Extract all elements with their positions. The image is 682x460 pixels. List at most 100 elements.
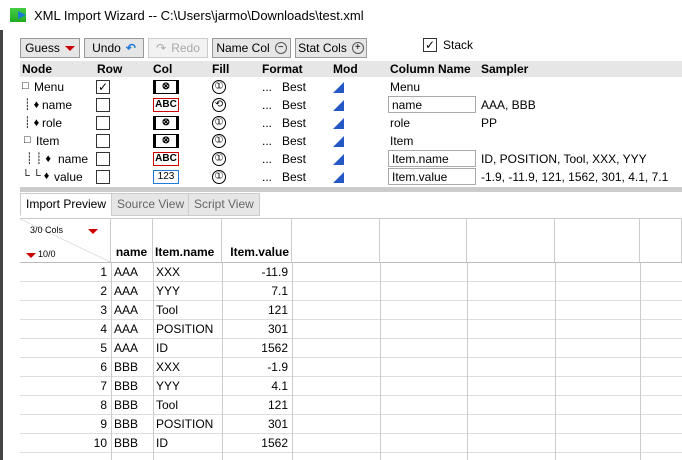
tree-row[interactable]: ┊ ┊ ♦ name ABC ① ... Best Item.name ID, … [20,150,682,168]
tab-import-preview[interactable]: Import Preview [20,193,113,216]
fill-icon[interactable]: ① [212,170,226,184]
modifier-icon[interactable] [333,82,344,93]
cell-item-name[interactable]: XXX [156,265,180,279]
cell-item-name[interactable]: Tool [156,398,178,412]
cell-item-value[interactable]: 1562 [261,341,288,355]
cell-name[interactable]: AAA [114,265,138,279]
cell-item-name[interactable]: Tool [156,303,178,317]
cell-item-value[interactable]: -1.9 [267,360,288,374]
stack-checkbox[interactable]: ✓ Stack [423,38,473,52]
character-type-icon[interactable]: ABC [153,98,179,112]
numeric-type-icon[interactable]: 123 [153,170,179,184]
table-row[interactable]: 8 BBB Tool 121 [20,396,682,415]
node-label[interactable]: name [42,98,72,112]
node-label[interactable]: value [54,170,83,184]
table-row[interactable]: 2 AAA YYY 7.1 [20,282,682,301]
table-row[interactable]: 9 BBB POSITION 301 [20,415,682,434]
node-label[interactable]: Menu [34,80,64,94]
format-menu[interactable]: ... [262,98,272,112]
redo-button[interactable]: ↷ Redo [148,38,208,58]
row-checkbox[interactable] [96,98,110,112]
no-column-icon[interactable]: ⊗ [153,80,179,94]
cell-item-name[interactable]: XXX [156,360,180,374]
tab-source-view[interactable]: Source View [111,193,191,216]
table-row[interactable]: 6 BBB XXX -1.9 [20,358,682,377]
cols-menu-icon[interactable] [88,229,98,234]
column-name-input[interactable]: Item.value [388,168,476,185]
row-number[interactable]: 7 [100,379,107,393]
rows-count[interactable]: 10/0 [38,249,56,259]
fill-icon[interactable]: ① [212,152,226,166]
no-column-icon[interactable]: ⊗ [153,134,179,148]
row-checkbox[interactable]: ✓ [96,80,110,94]
row-number[interactable]: 9 [100,417,107,431]
name-col-button[interactable]: Name Col − [212,38,291,58]
cell-item-name[interactable]: YYY [156,379,180,393]
row-checkbox[interactable] [96,152,110,166]
cell-name[interactable]: AAA [114,341,138,355]
format-menu[interactable]: ... [262,134,272,148]
tree-row[interactable]: □ Menu ✓ ⊗ ① ... Best Menu [20,78,682,96]
modifier-icon[interactable] [333,154,344,165]
cell-item-name[interactable]: ID [156,436,168,450]
cell-name[interactable]: BBB [114,417,138,431]
node-label[interactable]: name [58,152,88,166]
tree-row[interactable]: ┊ ♦ name ABC ⟲ ... Best name AAA, BBB [20,96,682,114]
cell-name[interactable]: BBB [114,436,138,450]
table-row[interactable]: 4 AAA POSITION 301 [20,320,682,339]
format-menu[interactable]: ... [262,116,272,130]
cell-name[interactable]: AAA [114,303,138,317]
row-number[interactable]: 2 [100,284,107,298]
column-name-input[interactable]: Item.name [388,150,476,167]
tree-row[interactable]: └ └ ♦ value 123 ① ... Best Item.value -1… [20,168,682,186]
rows-menu-icon[interactable] [26,253,36,258]
cell-item-name[interactable]: ID [156,341,168,355]
row-number[interactable]: 3 [100,303,107,317]
table-row[interactable]: 7 BBB YYY 4.1 [20,377,682,396]
modifier-icon[interactable] [333,118,344,129]
character-type-icon[interactable]: ABC [153,152,179,166]
column-name-input[interactable]: name [388,96,476,113]
cell-name[interactable]: BBB [114,360,138,374]
cell-item-name[interactable]: YYY [156,284,180,298]
fill-icon[interactable]: ① [212,134,226,148]
modifier-icon[interactable] [333,136,344,147]
cell-item-value[interactable]: 121 [268,398,288,412]
cell-item-name[interactable]: POSITION [156,417,213,431]
cell-item-value[interactable]: -11.9 [262,265,288,279]
fill-icon[interactable]: ① [212,80,226,94]
cell-name[interactable]: AAA [114,322,138,336]
column-header[interactable]: Item.name [153,219,222,263]
cell-item-value[interactable]: 1562 [261,436,288,450]
fill-icon[interactable]: ① [212,116,226,130]
fill-icon[interactable]: ⟲ [212,98,226,112]
row-checkbox[interactable] [96,170,110,184]
cols-count[interactable]: 3/0 Cols [30,225,63,235]
node-label[interactable]: Item [36,134,59,148]
cell-name[interactable]: AAA [114,284,138,298]
guess-button[interactable]: Guess [20,38,80,58]
tab-script-view[interactable]: Script View [188,193,260,216]
tree-row[interactable]: □ Item ⊗ ① ... Best Item [20,132,682,150]
checkbox-checked[interactable]: ✓ [423,38,437,52]
row-number[interactable]: 5 [100,341,107,355]
format-menu[interactable]: ... [262,80,272,94]
row-checkbox[interactable] [96,116,110,130]
cell-item-value[interactable]: 4.1 [271,379,288,393]
table-row[interactable]: 5 AAA ID 1562 [20,339,682,358]
cell-item-value[interactable]: 301 [268,322,288,336]
row-number[interactable]: 10 [94,436,107,450]
row-checkbox[interactable] [96,134,110,148]
no-column-icon[interactable]: ⊗ [153,116,179,130]
row-number[interactable]: 4 [100,322,107,336]
row-number[interactable]: 8 [100,398,107,412]
column-header[interactable]: name [111,219,153,263]
cell-item-value[interactable]: 301 [268,417,288,431]
row-number[interactable]: 1 [100,265,107,279]
cell-item-value[interactable]: 7.1 [271,284,288,298]
table-row[interactable]: 10 BBB ID 1562 [20,434,682,453]
cell-item-name[interactable]: POSITION [156,322,213,336]
cell-item-value[interactable]: 121 [268,303,288,317]
node-label[interactable]: role [42,116,62,130]
splitter[interactable] [20,187,682,192]
